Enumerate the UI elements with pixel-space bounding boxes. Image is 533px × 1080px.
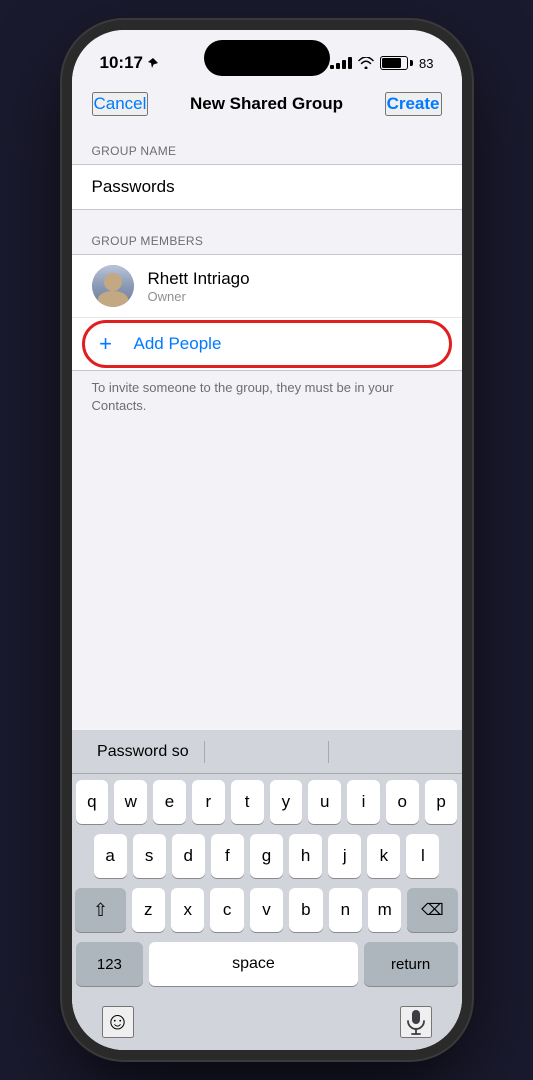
keyboard-area: Password so q w e r t y u i o p	[72, 730, 462, 1050]
key-i[interactable]: i	[347, 780, 380, 824]
member-info: Rhett Intriago Owner	[148, 269, 442, 304]
battery-level: 83	[419, 56, 433, 71]
avatar	[92, 265, 134, 307]
key-k[interactable]: k	[367, 834, 400, 878]
key-r[interactable]: r	[192, 780, 225, 824]
backspace-key[interactable]: ⌫	[407, 888, 457, 932]
members-card: Rhett Intriago Owner + Add People	[72, 254, 462, 371]
emoji-button[interactable]: ☺	[102, 1006, 134, 1038]
numbers-key[interactable]: 123	[76, 942, 144, 986]
key-q[interactable]: q	[76, 780, 109, 824]
cancel-button[interactable]: Cancel	[92, 92, 149, 116]
key-l[interactable]: l	[406, 834, 439, 878]
phone-frame: 10:17	[72, 30, 462, 1050]
bottom-bar: ☺	[72, 1000, 462, 1050]
key-b[interactable]: b	[289, 888, 322, 932]
key-p[interactable]: p	[425, 780, 458, 824]
key-m[interactable]: m	[368, 888, 401, 932]
time-display: 10:17	[100, 53, 143, 73]
navigation-bar: Cancel New Shared Group Create	[72, 84, 462, 128]
content-area: GROUP NAME GROUP MEMBERS Rhett Intriago …	[72, 128, 462, 427]
location-icon	[147, 57, 159, 69]
key-y[interactable]: y	[270, 780, 303, 824]
keyboard-row-1: q w e r t y u i o p	[76, 780, 458, 824]
group-name-container	[72, 164, 462, 210]
key-j[interactable]: j	[328, 834, 361, 878]
group-name-label: GROUP NAME	[72, 128, 462, 164]
key-f[interactable]: f	[211, 834, 244, 878]
member-name: Rhett Intriago	[148, 269, 442, 289]
plus-icon: +	[92, 330, 120, 358]
key-w[interactable]: w	[114, 780, 147, 824]
autocomplete-suggestion-2[interactable]	[205, 748, 328, 756]
status-icons: 83	[330, 56, 433, 71]
key-x[interactable]: x	[171, 888, 204, 932]
nav-title: New Shared Group	[190, 94, 343, 114]
key-d[interactable]: d	[172, 834, 205, 878]
shift-key[interactable]: ⇧	[75, 888, 125, 932]
group-members-label: GROUP MEMBERS	[72, 218, 462, 254]
keyboard-row-3: ⇧ z x c v b n m ⌫	[76, 888, 458, 932]
invite-hint: To invite someone to the group, they mus…	[72, 371, 462, 427]
key-c[interactable]: c	[210, 888, 243, 932]
key-g[interactable]: g	[250, 834, 283, 878]
return-key[interactable]: return	[364, 942, 458, 986]
keyboard-row-4: 123 space return	[76, 942, 458, 986]
microphone-icon	[406, 1009, 426, 1035]
add-people-row[interactable]: + Add People	[72, 318, 462, 370]
suggestion-text-1: Password so	[97, 743, 189, 760]
keyboard: q w e r t y u i o p a s d f g h j k	[72, 774, 462, 1000]
space-key[interactable]: space	[149, 942, 357, 986]
status-time: 10:17	[100, 53, 159, 73]
members-section: GROUP MEMBERS Rhett Intriago Owner +	[72, 218, 462, 427]
microphone-button[interactable]	[400, 1006, 432, 1038]
signal-icon	[330, 57, 352, 69]
key-h[interactable]: h	[289, 834, 322, 878]
key-n[interactable]: n	[329, 888, 362, 932]
key-s[interactable]: s	[133, 834, 166, 878]
create-button[interactable]: Create	[385, 92, 442, 116]
key-u[interactable]: u	[308, 780, 341, 824]
member-role: Owner	[148, 289, 442, 304]
wifi-icon	[358, 57, 374, 69]
group-name-input[interactable]	[72, 165, 462, 209]
key-a[interactable]: a	[94, 834, 127, 878]
autocomplete-bar: Password so	[72, 730, 462, 774]
add-people-label[interactable]: Add People	[134, 334, 222, 354]
member-row: Rhett Intriago Owner	[72, 255, 462, 318]
key-o[interactable]: o	[386, 780, 419, 824]
battery-icon	[380, 56, 413, 70]
autocomplete-suggestion-3[interactable]	[329, 748, 452, 756]
dynamic-island	[204, 40, 330, 76]
key-t[interactable]: t	[231, 780, 264, 824]
keyboard-row-2: a s d f g h j k l	[76, 834, 458, 878]
key-v[interactable]: v	[250, 888, 283, 932]
key-e[interactable]: e	[153, 780, 186, 824]
key-z[interactable]: z	[132, 888, 165, 932]
autocomplete-suggestion-1[interactable]: Password so	[82, 739, 205, 765]
